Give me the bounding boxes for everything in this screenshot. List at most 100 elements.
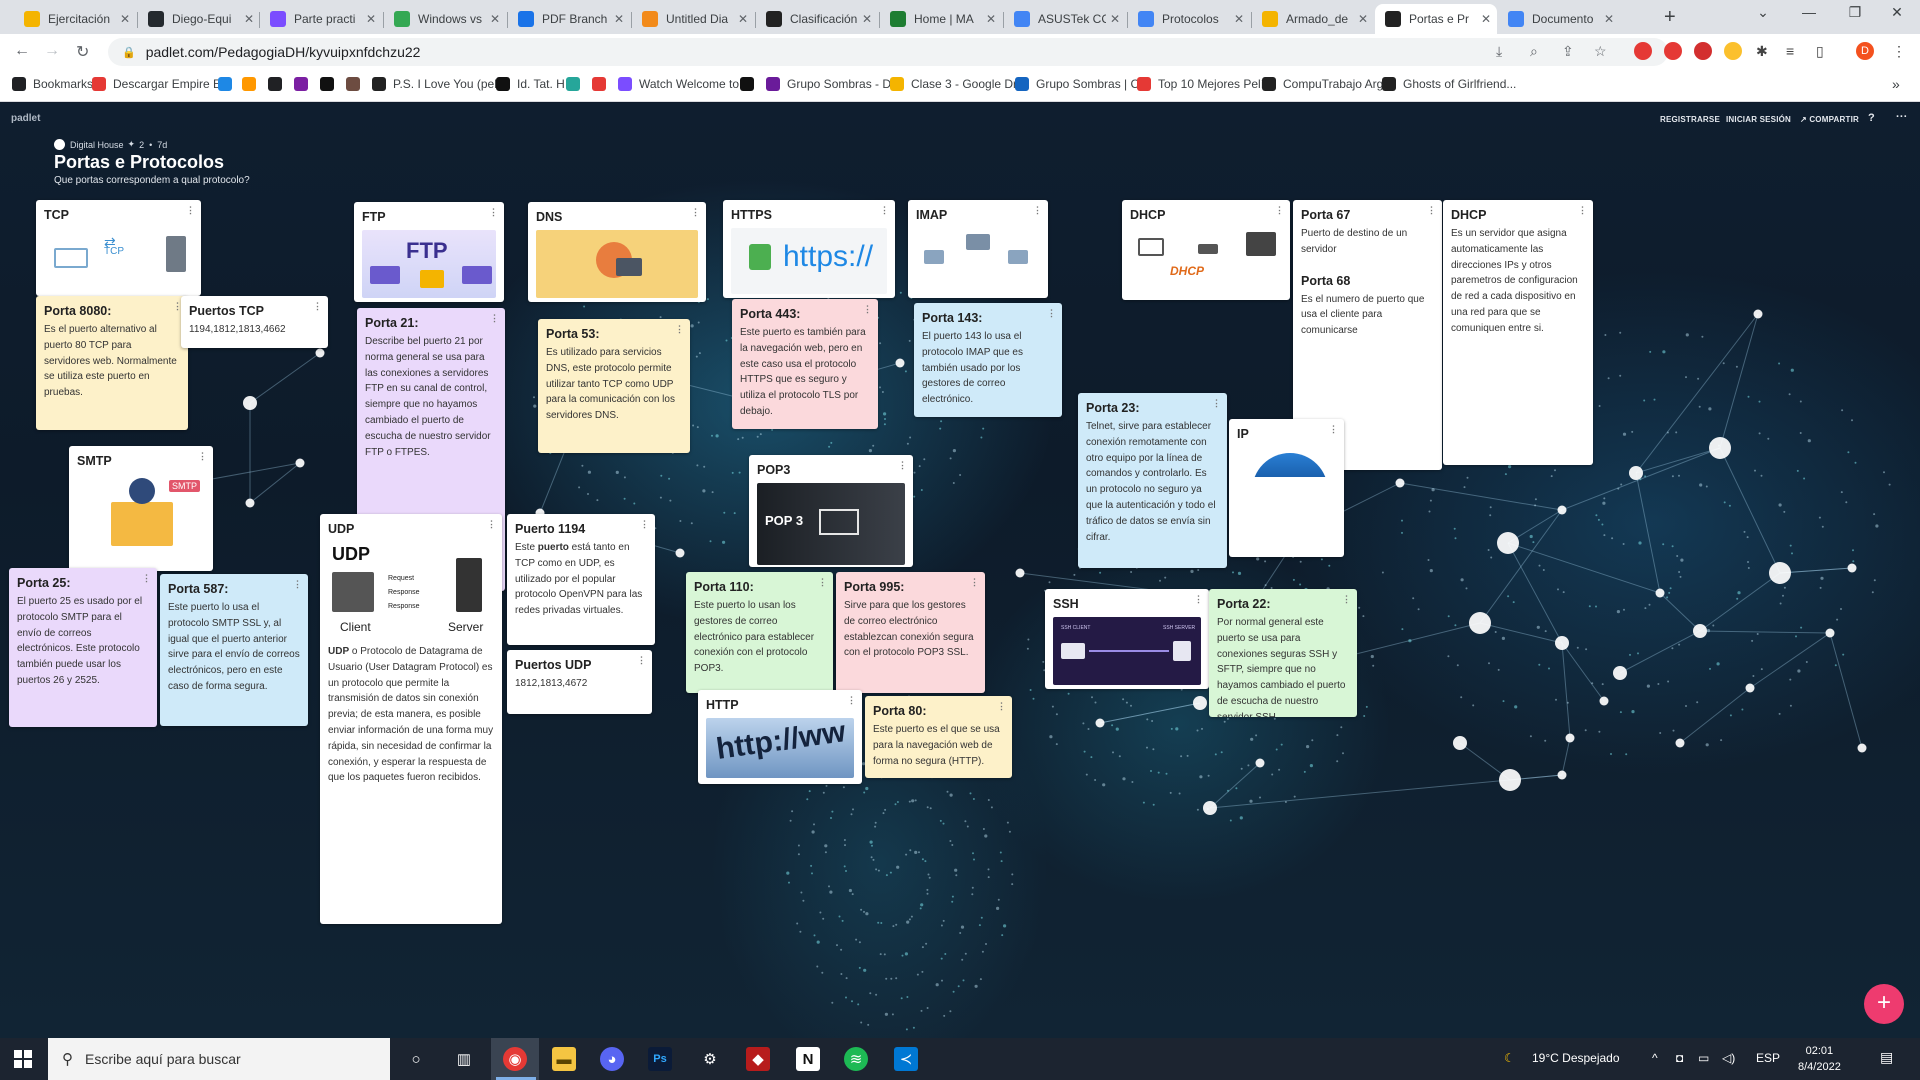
bookmark-item[interactable] [566, 77, 587, 91]
card-menu-icon[interactable]: ⋮ [1342, 594, 1351, 605]
reload-icon[interactable]: ↻ [76, 42, 89, 62]
card-menu-icon[interactable]: ⋮ [1212, 398, 1221, 409]
card-ssh[interactable]: SSH ⋮ SSH CLIENT SSH SERVER [1045, 589, 1209, 689]
card-menu-icon[interactable]: ⋮ [997, 701, 1006, 712]
adblock-icon[interactable] [1694, 42, 1712, 60]
card-porta-995[interactable]: Porta 995: ⋮ Sirve para que los gestores … [836, 572, 985, 693]
profile-avatar[interactable]: D [1856, 42, 1874, 60]
tab-close-icon[interactable]: ✕ [862, 12, 872, 26]
card-menu-icon[interactable]: ⋮ [863, 304, 872, 315]
help-icon[interactable]: ? [1868, 112, 1875, 124]
card-menu-icon[interactable]: ⋮ [1033, 205, 1042, 216]
bookmarks-overflow-icon[interactable]: » [1892, 76, 1900, 92]
card-ip[interactable]: IP ⋮ [1229, 419, 1344, 557]
browser-tab[interactable]: Ejercitación ✕ [14, 4, 136, 34]
tab-close-icon[interactable]: ✕ [244, 12, 254, 26]
card-menu-icon[interactable]: ⋮ [198, 451, 207, 462]
card-menu-icon[interactable]: ⋮ [880, 205, 889, 216]
card-http[interactable]: HTTP ⋮ http://ww [698, 690, 862, 784]
card-menu-icon[interactable]: ⋮ [898, 460, 907, 471]
taskbar-search[interactable]: ⚲ Escribe aquí para buscar [48, 1038, 390, 1080]
card-menu-icon[interactable]: ⋮ [1275, 205, 1284, 216]
bookmark-item[interactable]: Grupo Sombras | C... [1015, 77, 1149, 91]
bookmark-item[interactable] [592, 77, 613, 91]
bookmark-item[interactable] [320, 77, 341, 91]
media-icon[interactable]: ≡ [1786, 43, 1794, 59]
card-menu-icon[interactable]: ⋮ [1427, 205, 1436, 216]
card-porta-443[interactable]: Porta 443: ⋮ Este puerto es también para … [732, 299, 878, 429]
card-menu-icon[interactable]: ⋮ [487, 519, 496, 530]
card-menu-icon[interactable]: ⋮ [1578, 205, 1587, 216]
browser-tab[interactable]: Documento ✕ [1498, 4, 1620, 34]
share-icon[interactable]: ⇪ [1562, 43, 1574, 60]
card-imap[interactable]: IMAP ⋮ [908, 200, 1048, 298]
card-porta-80[interactable]: Porta 80: ⋮ Este puerto es el que se usa … [865, 696, 1012, 778]
browser-tab[interactable]: Parte practi ✕ [260, 4, 382, 34]
bookmark-item[interactable] [268, 77, 289, 91]
network-icon[interactable]: ▭ [1698, 1051, 1709, 1065]
card-menu-icon[interactable]: ⋮ [313, 301, 322, 312]
spotify-icon[interactable]: ≋ [844, 1047, 868, 1071]
card-menu-icon[interactable]: ⋮ [675, 324, 684, 335]
card-menu-icon[interactable]: ⋮ [847, 695, 856, 706]
minimize-button[interactable]: — [1786, 4, 1832, 20]
browser-tab[interactable]: Untitled Dia ✕ [632, 4, 754, 34]
card-porta-587[interactable]: Porta 587: ⋮ Este puerto lo usa el protoc… [160, 574, 308, 726]
card-https[interactable]: HTTPS ⋮ https:// [723, 200, 895, 298]
restore-button[interactable]: ❐ [1832, 4, 1878, 21]
card-menu-icon[interactable]: ⋮ [691, 207, 700, 218]
card-puerto-1194[interactable]: Puerto 1194 ⋮ Este puerto está tanto en T… [507, 514, 655, 645]
card-porta-23[interactable]: Porta 23: ⋮ Telnet, sirve para establecer… [1078, 393, 1227, 568]
back-icon[interactable]: ← [14, 42, 30, 60]
weather-text[interactable]: 19°C Despejado [1532, 1051, 1620, 1065]
card-menu-icon[interactable]: ⋮ [640, 519, 649, 530]
tab-close-icon[interactable]: ✕ [738, 12, 748, 26]
tab-close-icon[interactable]: ✕ [1481, 12, 1491, 26]
tab-close-icon[interactable]: ✕ [1110, 12, 1120, 26]
share-link[interactable]: ↗ COMPARTIR [1800, 115, 1859, 124]
card-ftp[interactable]: FTP ⋮ FTP [354, 202, 504, 302]
card-menu-icon[interactable]: ⋮ [186, 205, 195, 216]
browser-tab[interactable]: Armado_de ✕ [1252, 4, 1374, 34]
browser-tab[interactable]: ASUSTek CC ✕ [1004, 4, 1126, 34]
cortana-icon[interactable]: ○ [404, 1047, 428, 1071]
bookmark-item[interactable]: Watch Welcome to... [618, 77, 749, 91]
bookmark-star-icon[interactable]: ☆ [1594, 43, 1607, 60]
side-panel-icon[interactable]: ▯ [1816, 43, 1824, 60]
install-icon[interactable]: ⤓ [1496, 43, 1502, 60]
browser-tab[interactable]: Home | MA ✕ [880, 4, 1002, 34]
card-porta-143[interactable]: Porta 143: ⋮ El puerto 143 lo usa el prot… [914, 303, 1062, 417]
card-dns[interactable]: DNS ⋮ [528, 202, 706, 302]
bookmark-item[interactable] [242, 77, 263, 91]
file-explorer-icon[interactable]: ▬ [552, 1047, 576, 1071]
tab-close-icon[interactable]: ✕ [614, 12, 624, 26]
tab-close-icon[interactable]: ✕ [1604, 12, 1614, 26]
discord-icon[interactable]: ◕ [600, 1047, 624, 1071]
bookmark-item[interactable]: Clase 3 - Google Dr... [890, 77, 1026, 91]
bookmark-item[interactable] [346, 77, 367, 91]
bookmark-item[interactable]: Id. Tat. H [496, 77, 565, 91]
card-porta-53[interactable]: Porta 53: ⋮ Es utilizado para servicios D… [538, 319, 690, 453]
card-menu-icon[interactable]: ⋮ [1194, 594, 1203, 605]
bookmark-item[interactable] [218, 77, 239, 91]
card-menu-icon[interactable]: ⋮ [970, 577, 979, 588]
bookmark-item[interactable] [740, 77, 761, 91]
card-pop3[interactable]: POP3 ⋮ POP 3 [749, 455, 913, 567]
notifications-icon[interactable]: ▤ [1880, 1049, 1893, 1066]
volume-icon[interactable]: ◁) [1722, 1051, 1735, 1065]
windows-start-icon[interactable] [14, 1050, 32, 1068]
card-porta-25[interactable]: Porta 25: ⋮ El puerto 25 es usado por el … [9, 568, 157, 727]
browser-tab[interactable]: Portas e Pr ✕ [1375, 4, 1497, 34]
new-tab-button[interactable]: + [1664, 6, 1676, 29]
extension-icon[interactable] [1634, 42, 1652, 60]
login-link[interactable]: INICIAR SESIÓN [1726, 115, 1791, 124]
card-menu-icon[interactable]: ⋮ [142, 573, 151, 584]
extension-icon[interactable] [1724, 42, 1742, 60]
tab-close-icon[interactable]: ✕ [366, 12, 376, 26]
notion-icon[interactable]: N [796, 1047, 820, 1071]
browser-tab[interactable]: PDF Branch ✕ [508, 4, 630, 34]
forward-icon[interactable]: → [44, 42, 60, 60]
card-porta-110[interactable]: Porta 110: ⋮ Este puerto lo usan los gest… [686, 572, 833, 693]
task-view-icon[interactable]: ▥ [452, 1047, 476, 1071]
chevron-up-icon[interactable]: ^ [1652, 1051, 1658, 1065]
